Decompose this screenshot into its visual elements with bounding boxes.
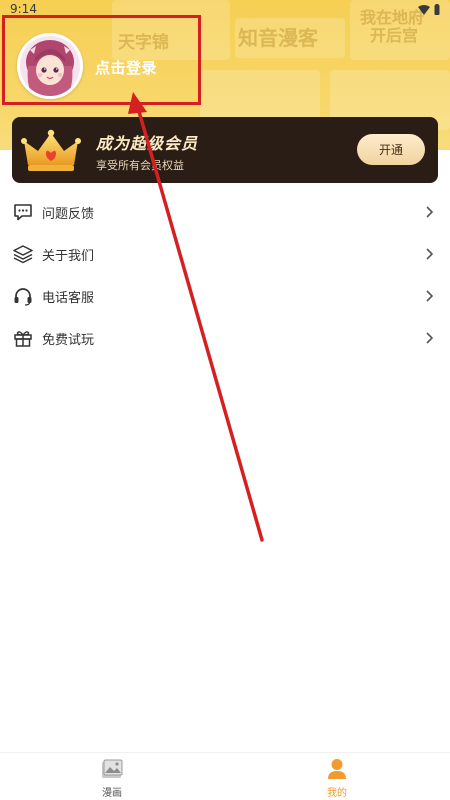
vip-open-button[interactable]: 开通 [357,134,425,165]
avatar-image [20,36,80,96]
banner-deco-text: 知音漫客 [238,26,318,50]
status-time: 9:14 [10,2,37,16]
battery-icon [434,4,440,15]
menu-item-label: 问题反馈 [42,206,95,222]
settings-menu: 问题反馈 关于我们 电话客服 免费试玩 [0,191,450,359]
tab-label: 漫画 [102,788,122,799]
tab-mine[interactable]: 我的 [307,757,367,799]
wifi-icon [418,4,430,15]
chevron-right-icon [426,290,434,302]
menu-item-label: 关于我们 [42,248,95,264]
tab-label: 我的 [327,788,347,799]
tab-comic[interactable]: 漫画 [82,757,142,799]
login-link[interactable]: 点击登录 [95,57,157,78]
menu-item-feedback[interactable]: 问题反馈 [0,191,450,233]
person-icon [325,757,349,780]
menu-item-label: 免费试玩 [42,332,95,348]
profile-screen: 天字锦 知音漫客 我在地府 开后宫 9:14 点击登录 成为超级会员 享受所有会… [0,0,450,800]
layers-icon [12,243,34,265]
crown-icon [21,129,81,171]
status-icons [418,4,440,15]
feedback-icon [12,201,34,223]
chevron-right-icon [426,332,434,344]
banner-deco-text: 天字锦 [118,33,169,53]
avatar[interactable] [17,33,83,99]
banner-deco-text: 开后宫 [370,26,419,45]
vip-subtitle: 享受所有会员权益 [96,159,184,172]
vip-title: 成为超级会员 [96,134,199,153]
gift-icon [12,327,34,349]
headset-icon [12,285,34,307]
status-bar: 9:14 [0,0,450,20]
menu-item-label: 电话客服 [42,290,95,306]
menu-item-about[interactable]: 关于我们 [0,233,450,275]
vip-card[interactable]: 成为超级会员 享受所有会员权益 开通 [12,117,438,183]
chevron-right-icon [426,248,434,260]
bottom-nav: 漫画 我的 [0,752,450,800]
menu-item-free-trial[interactable]: 免费试玩 [0,317,450,359]
menu-item-phone-support[interactable]: 电话客服 [0,275,450,317]
image-icon [100,757,124,780]
chevron-right-icon [426,206,434,218]
